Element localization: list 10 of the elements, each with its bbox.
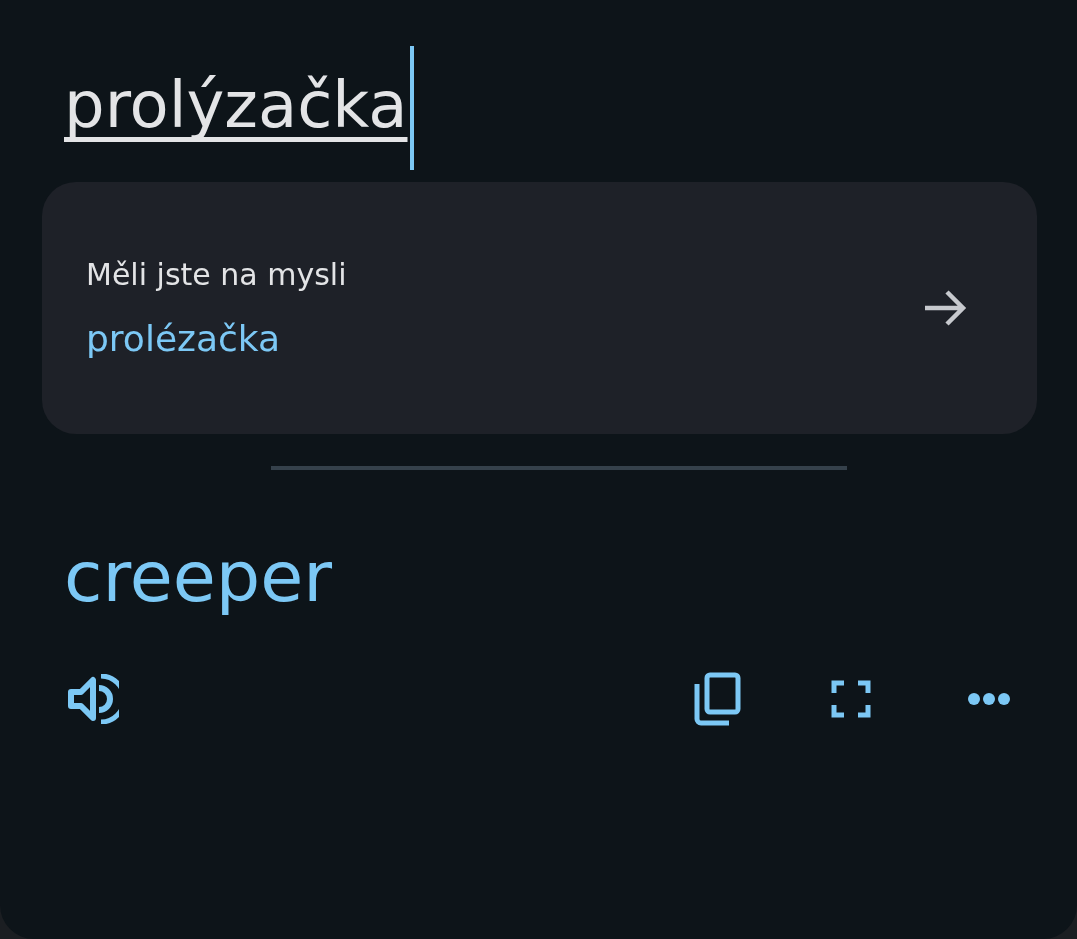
input-field[interactable]: prolýzačka [64, 46, 414, 170]
suggestion-card[interactable]: Měli jste na mysli prolézačka [42, 182, 1037, 434]
more-icon[interactable] [967, 692, 1011, 706]
suggestion-label: Měli jste na mysli [86, 257, 347, 292]
arrow-icon [923, 288, 967, 328]
fullscreen-icon[interactable] [831, 680, 871, 718]
speaker-icon[interactable] [67, 674, 119, 724]
translation-text: creeper [64, 535, 334, 620]
copy-icon[interactable] [693, 672, 741, 726]
suggestion-text: prolézačka [86, 318, 282, 359]
